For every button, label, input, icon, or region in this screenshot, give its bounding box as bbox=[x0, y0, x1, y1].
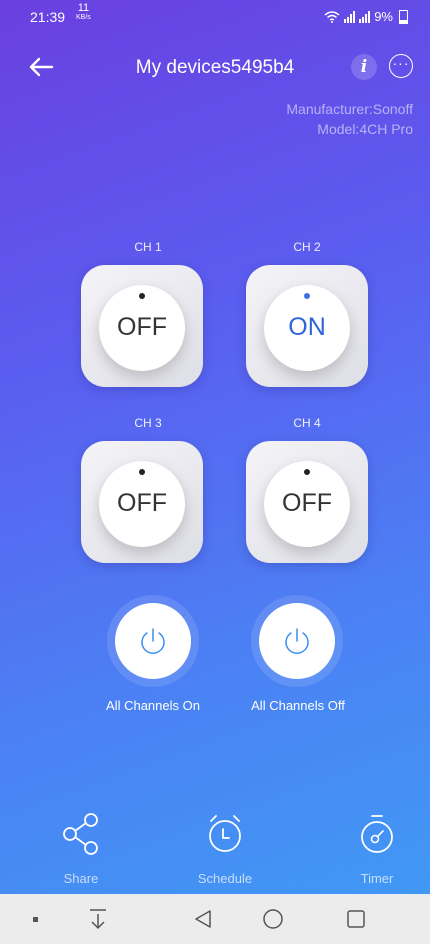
nav-menu-dot[interactable] bbox=[20, 894, 50, 944]
timer-icon bbox=[361, 815, 393, 853]
channel-3-state: OFF bbox=[117, 489, 167, 517]
status-time: 21:39 bbox=[30, 9, 66, 25]
all-channels-off-label: All Channels Off bbox=[251, 698, 345, 713]
recents-square-icon bbox=[347, 910, 365, 928]
status-icons: 9% bbox=[324, 9, 408, 24]
nav-recents-button[interactable] bbox=[336, 894, 376, 944]
share-button[interactable]: Share bbox=[36, 812, 126, 886]
signal-icon-2 bbox=[359, 10, 371, 23]
channel-1-label: CH 1 bbox=[134, 240, 162, 254]
channel-1-state: OFF bbox=[117, 313, 167, 341]
nav-back-button[interactable] bbox=[183, 894, 223, 944]
network-speed-unit: KB/s bbox=[76, 14, 91, 21]
channel-3-switch[interactable]: OFF bbox=[81, 441, 203, 563]
channel-3-indicator bbox=[139, 469, 145, 475]
channel-3-knob: OFF bbox=[99, 461, 185, 547]
channel-2-knob: ON bbox=[264, 285, 350, 371]
more-options-icon[interactable]: ··· bbox=[389, 54, 413, 78]
channel-1-switch[interactable]: OFF bbox=[81, 265, 203, 387]
triangle-back-icon bbox=[195, 910, 211, 928]
schedule-label: Schedule bbox=[197, 871, 253, 886]
schedule-button[interactable]: Schedule bbox=[180, 812, 270, 886]
all-channels-off-button[interactable] bbox=[259, 603, 335, 679]
timer-button[interactable]: Timer bbox=[332, 812, 422, 886]
nav-home-button[interactable] bbox=[253, 894, 293, 944]
share-icon bbox=[63, 813, 98, 855]
channel-4-knob: OFF bbox=[264, 461, 350, 547]
alarm-clock-icon bbox=[209, 815, 241, 852]
pull-down-icon bbox=[90, 909, 106, 930]
timer-label: Timer bbox=[360, 871, 394, 886]
channel-2-state: ON bbox=[288, 313, 326, 341]
power-off-icon bbox=[285, 628, 309, 654]
channel-1-indicator bbox=[139, 293, 145, 299]
channel-4-switch[interactable]: OFF bbox=[246, 441, 368, 563]
channel-2-indicator bbox=[304, 293, 310, 299]
status-bar: 21:39 11 KB/s 9% bbox=[0, 0, 430, 34]
network-speed: 11 KB/s bbox=[76, 3, 91, 22]
home-circle-icon bbox=[263, 909, 283, 929]
channel-2-label: CH 2 bbox=[293, 240, 321, 254]
channel-2-switch[interactable]: ON bbox=[246, 265, 368, 387]
power-icon bbox=[141, 628, 165, 654]
info-icon[interactable]: i bbox=[351, 54, 377, 80]
system-nav-bar bbox=[0, 894, 430, 944]
model-text: Model:4CH Pro bbox=[317, 121, 413, 137]
all-channels-on-button[interactable] bbox=[115, 603, 191, 679]
signal-icon bbox=[344, 10, 356, 23]
channel-4-state: OFF bbox=[282, 489, 332, 517]
header: My devices5495b4 i ··· bbox=[0, 44, 430, 90]
wifi-icon bbox=[324, 10, 340, 23]
channel-3-label: CH 3 bbox=[134, 416, 162, 430]
channel-1-knob: OFF bbox=[99, 285, 185, 371]
battery-percent: 9% bbox=[374, 9, 393, 24]
all-channels-on-label: All Channels On bbox=[106, 698, 200, 713]
device-info: Manufacturer:Sonoff Model:4CH Pro bbox=[286, 99, 413, 139]
share-label: Share bbox=[63, 871, 99, 886]
manufacturer-text: Manufacturer:Sonoff bbox=[286, 101, 413, 117]
dot-icon bbox=[32, 916, 38, 922]
channel-4-label: CH 4 bbox=[293, 416, 321, 430]
battery-icon bbox=[399, 9, 408, 24]
nav-notifications-button[interactable] bbox=[78, 894, 118, 944]
channel-4-indicator bbox=[304, 469, 310, 475]
